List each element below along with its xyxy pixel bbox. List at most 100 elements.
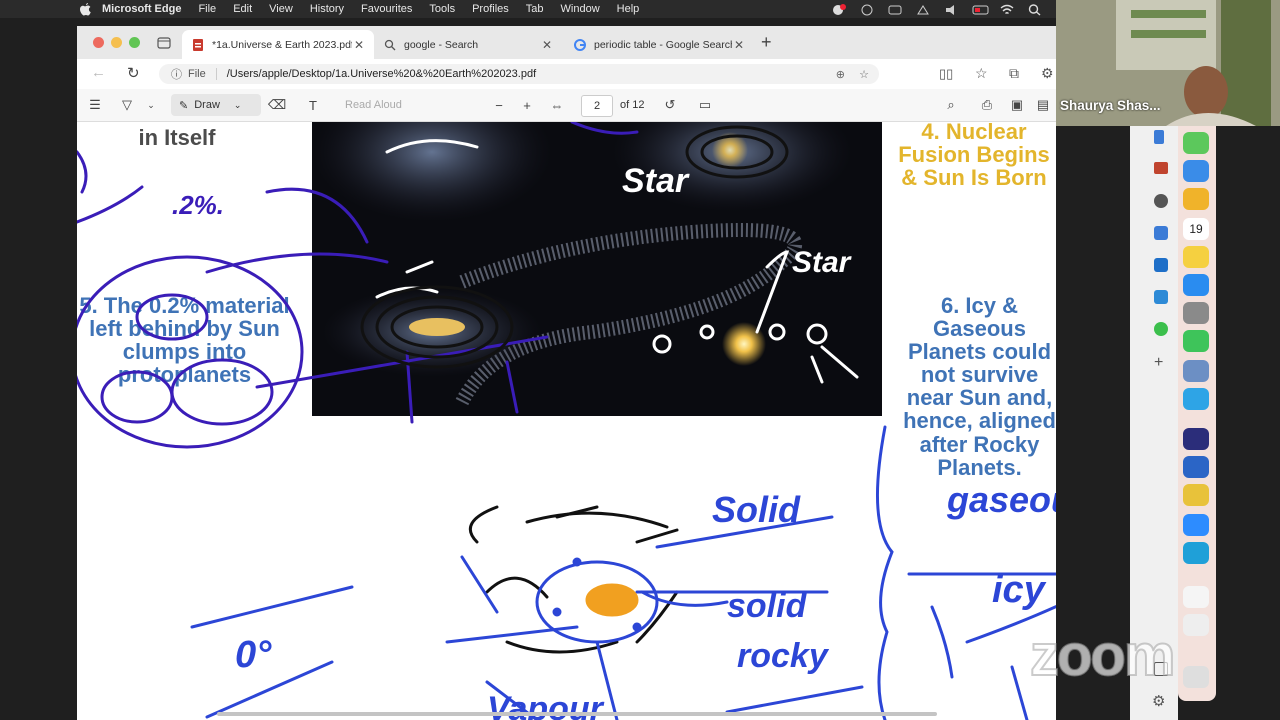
save-icon[interactable]: ▣ (1009, 97, 1025, 113)
zoom-icon[interactable]: ⊕ (836, 68, 845, 81)
documents-stack-icon[interactable] (1183, 614, 1209, 636)
people-icon[interactable] (1154, 194, 1168, 208)
whatsapp-app-icon[interactable] (1183, 330, 1209, 352)
refresh-icon[interactable]: ↻ (127, 64, 140, 82)
ink-star-text-1: Star (622, 162, 690, 200)
eraser-icon[interactable]: ⌫ (268, 97, 286, 113)
rotate-icon[interactable]: ↺ (662, 97, 678, 113)
settings-gear-icon[interactable]: ⚙ (1152, 692, 1165, 710)
sound-icon[interactable] (944, 4, 958, 15)
pdf-file-icon (192, 38, 204, 51)
notes-app-icon[interactable] (1183, 246, 1209, 268)
close-tab-icon[interactable]: ✕ (540, 38, 554, 52)
menu-tab[interactable]: Tab (526, 3, 544, 15)
word-app-icon[interactable] (1183, 456, 1209, 478)
tab-google-search[interactable]: google - Search ✕ (374, 30, 562, 59)
menu-history[interactable]: History (310, 3, 344, 15)
address-bar[interactable]: ⓘ File /Users/apple/Desktop/1a.Universe%… (159, 64, 879, 84)
extensions-icon[interactable]: ⚙ (1041, 65, 1054, 82)
keyboard-icon[interactable] (888, 4, 902, 15)
siri-icon[interactable] (860, 4, 874, 16)
zoom-app-icon[interactable] (1183, 514, 1209, 536)
messages-app-icon[interactable] (1183, 132, 1209, 154)
contents-icon[interactable]: ☰ (87, 97, 103, 113)
page-number-input[interactable]: 2 (581, 95, 613, 117)
menu-help[interactable]: Help (617, 3, 640, 15)
menu-view[interactable]: View (269, 3, 293, 15)
favourite-star-icon[interactable]: ☆ (859, 68, 869, 81)
outlook-icon[interactable] (1154, 258, 1168, 272)
zoom-window-button[interactable] (129, 37, 140, 48)
address-url: /Users/apple/Desktop/1a.Universe%20&%20E… (226, 68, 537, 80)
menu-profiles[interactable]: Profiles (472, 3, 509, 15)
pen-icon: ✎ (179, 99, 189, 112)
read-aloud-button[interactable]: Read Aloud (345, 99, 402, 111)
horizontal-scrollbar[interactable] (217, 712, 937, 716)
menu-window[interactable]: Window (561, 3, 600, 15)
ink-star-text-2: Star (792, 246, 853, 279)
notification-badge-icon[interactable] (832, 4, 846, 15)
edge-app-icon[interactable] (1183, 542, 1209, 564)
back-icon[interactable]: ← (91, 64, 106, 81)
pdf-page[interactable]: in Itself 4. Nuclear Fusion Begins & Sun… (77, 122, 1056, 720)
address-row: ← ↻ ⓘ File /Users/apple/Desktop/1a.Unive… (77, 59, 1056, 89)
chrome-app-icon[interactable] (1183, 484, 1209, 506)
spotify-icon[interactable] (1154, 322, 1168, 336)
photos-app-icon[interactable] (1183, 188, 1209, 210)
mac-menubar: Microsoft Edge File Edit View History Fa… (0, 0, 1056, 18)
print-icon[interactable]: ⎙ (979, 97, 995, 113)
tab-title: *1a.Universe & Earth 2023.pdf (212, 38, 352, 51)
downloads-stack-icon[interactable] (1183, 586, 1209, 608)
close-tab-icon[interactable]: ✕ (732, 38, 746, 52)
tools-icon[interactable] (1154, 162, 1168, 174)
preview-app-icon[interactable] (1183, 360, 1209, 382)
find-icon[interactable]: ⌕ (943, 97, 959, 113)
collections-icon[interactable]: ⧉ (1009, 65, 1019, 82)
close-tab-icon[interactable]: ✕ (352, 38, 366, 52)
tab-pdf[interactable]: *1a.Universe & Earth 2023.pdf ✕ (182, 30, 374, 59)
add-sidebar-app-icon[interactable]: + (1154, 354, 1163, 372)
trash-icon[interactable] (1183, 666, 1209, 688)
draw-button[interactable]: ✎ Draw ⌄ (171, 94, 261, 116)
split-screen-icon[interactable]: ▯▯ (939, 66, 953, 82)
battery-icon[interactable] (972, 4, 989, 15)
highlight-dropdown-icon[interactable]: ⌄ (143, 97, 159, 113)
save-as-icon[interactable]: ▤ (1035, 97, 1051, 113)
apple-icon[interactable] (78, 2, 92, 16)
teams-app-icon[interactable] (1183, 428, 1209, 450)
minimize-window-button[interactable] (111, 37, 122, 48)
copilot-icon[interactable] (1154, 226, 1168, 240)
send-icon[interactable] (1154, 290, 1168, 304)
ink-gaseous-text: gaseous (946, 479, 1056, 520)
tab-periodic-table[interactable]: periodic table - Google Search ✕ (564, 30, 754, 59)
highlight-icon[interactable]: ▽ (119, 97, 135, 113)
ink-solid-text-2: solid (727, 587, 808, 625)
page-view-icon[interactable]: ▭ (697, 97, 713, 113)
system-settings-icon[interactable] (1183, 302, 1209, 324)
wifi-icon[interactable] (1000, 4, 1014, 15)
favourites-icon[interactable]: ☆ (975, 65, 988, 82)
menu-file[interactable]: File (198, 3, 216, 15)
telegram-app-icon[interactable] (1183, 388, 1209, 410)
zoom-watermark: zoom (1029, 622, 1176, 689)
collections-sidebar-icon[interactable] (1154, 130, 1164, 144)
tab-title: periodic table - Google Search (594, 38, 732, 51)
mail-app-icon[interactable] (1183, 160, 1209, 182)
divider (215, 68, 217, 80)
app-store-icon[interactable] (1183, 274, 1209, 296)
menu-edit[interactable]: Edit (233, 3, 252, 15)
tab-actions-icon[interactable] (157, 36, 171, 49)
extension-icon[interactable] (916, 4, 930, 15)
calendar-app-icon[interactable]: 19 (1183, 218, 1209, 240)
add-text-icon[interactable]: T (305, 97, 321, 113)
menu-microsoft-edge[interactable]: Microsoft Edge (102, 3, 181, 15)
zoom-out-icon[interactable]: − (491, 97, 507, 113)
close-window-button[interactable] (93, 37, 104, 48)
menu-tools[interactable]: Tools (429, 3, 455, 15)
new-tab-icon[interactable]: + (761, 32, 772, 53)
fit-page-icon[interactable]: ⇔ (549, 97, 565, 113)
spotlight-icon[interactable] (1028, 4, 1042, 16)
zoom-in-icon[interactable]: + (519, 97, 535, 113)
info-icon[interactable]: ⓘ (171, 66, 182, 82)
menu-favourites[interactable]: Favourites (361, 3, 412, 15)
